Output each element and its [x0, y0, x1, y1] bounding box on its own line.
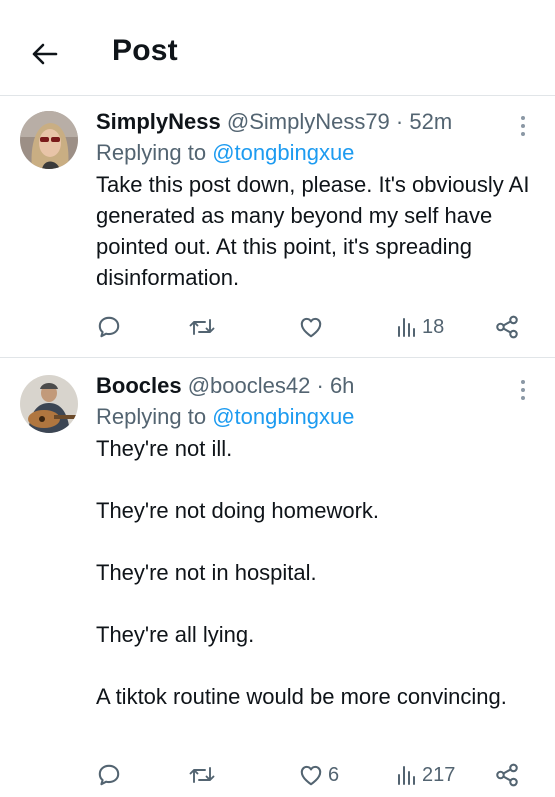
more-dots-icon [521, 116, 525, 120]
arrow-left-icon [32, 43, 58, 65]
author-line: Boocles @boocles42 · 6h [96, 371, 535, 401]
back-button[interactable] [22, 32, 66, 76]
views-button[interactable]: 18 [396, 310, 444, 344]
repost-icon [189, 767, 215, 783]
mention-link[interactable]: @tongbingxue [212, 404, 354, 429]
like-count: 6 [328, 763, 340, 786]
reply-content: Boocles @boocles42 · 6h Replying to @ton… [96, 371, 535, 712]
display-name[interactable]: Boocles [96, 373, 182, 398]
post-time[interactable]: 6h [330, 373, 354, 398]
like-button[interactable]: 6 [298, 758, 339, 792]
analytics-icon [398, 766, 415, 785]
reply-text-paragraph: A tiktok routine would be more convincin… [96, 684, 507, 709]
reply-text: Take this post down, please. It's obviou… [96, 169, 535, 293]
reply-text-paragraph: They're all lying. [96, 622, 255, 647]
user-handle[interactable]: @boocles42 [188, 373, 311, 398]
author-line: SimplyNess @SimplyNess79 · 52m [96, 107, 535, 137]
reply-button[interactable] [96, 758, 126, 792]
mention-link[interactable]: @tongbingxue [212, 140, 354, 165]
reply-content: SimplyNess @SimplyNess79 · 52m Replying … [96, 107, 535, 293]
share-button[interactable] [494, 758, 520, 792]
avatar[interactable] [20, 111, 78, 169]
repost-icon [189, 319, 215, 335]
share-button[interactable] [494, 310, 520, 344]
reply-text-paragraph: Take this post down, please. It's obviou… [96, 172, 530, 290]
reply-text-paragraph: They're not in hospital. [96, 560, 317, 585]
analytics-icon [398, 318, 415, 337]
more-options-button[interactable] [513, 111, 533, 141]
views-count: 217 [422, 763, 456, 786]
comment-icon [98, 316, 120, 338]
separator-dot: · [316, 373, 324, 398]
page-title: Post [112, 34, 178, 67]
reply-item[interactable]: Boocles @boocles42 · 6h Replying to @ton… [0, 359, 555, 797]
display-name[interactable]: SimplyNess [96, 109, 221, 134]
replying-prefix: Replying to [96, 404, 207, 429]
heart-icon [300, 317, 322, 338]
post-time[interactable]: 52m [409, 109, 452, 134]
replying-to-line: Replying to @tongbingxue [96, 137, 535, 169]
action-bar: 18 [96, 310, 526, 344]
share-icon [496, 315, 518, 339]
repost-button[interactable] [188, 310, 220, 344]
reply-button[interactable] [96, 310, 126, 344]
action-bar: 6 217 [96, 758, 526, 792]
reply-item[interactable]: SimplyNess @SimplyNess79 · 52m Replying … [0, 97, 555, 358]
reply-text-paragraph: They're not doing homework. [96, 498, 380, 523]
reply-text-paragraph: They're not ill. [96, 436, 233, 461]
like-button[interactable] [298, 310, 328, 344]
replying-to-line: Replying to @tongbingxue [96, 401, 535, 433]
heart-icon [300, 765, 322, 786]
comment-icon [98, 764, 120, 786]
more-dots-icon [521, 380, 525, 384]
reply-text: They're not ill. They're not doing homew… [96, 433, 535, 712]
separator-dot: · [395, 109, 404, 134]
repost-button[interactable] [188, 758, 220, 792]
views-button[interactable]: 217 [396, 758, 455, 792]
share-icon [496, 763, 518, 787]
replying-prefix: Replying to [96, 140, 207, 165]
views-count: 18 [422, 315, 445, 338]
more-options-button[interactable] [513, 375, 533, 405]
user-handle[interactable]: @SimplyNess79 [227, 109, 390, 134]
avatar[interactable] [20, 375, 78, 433]
top-bar: Post [0, 0, 555, 96]
